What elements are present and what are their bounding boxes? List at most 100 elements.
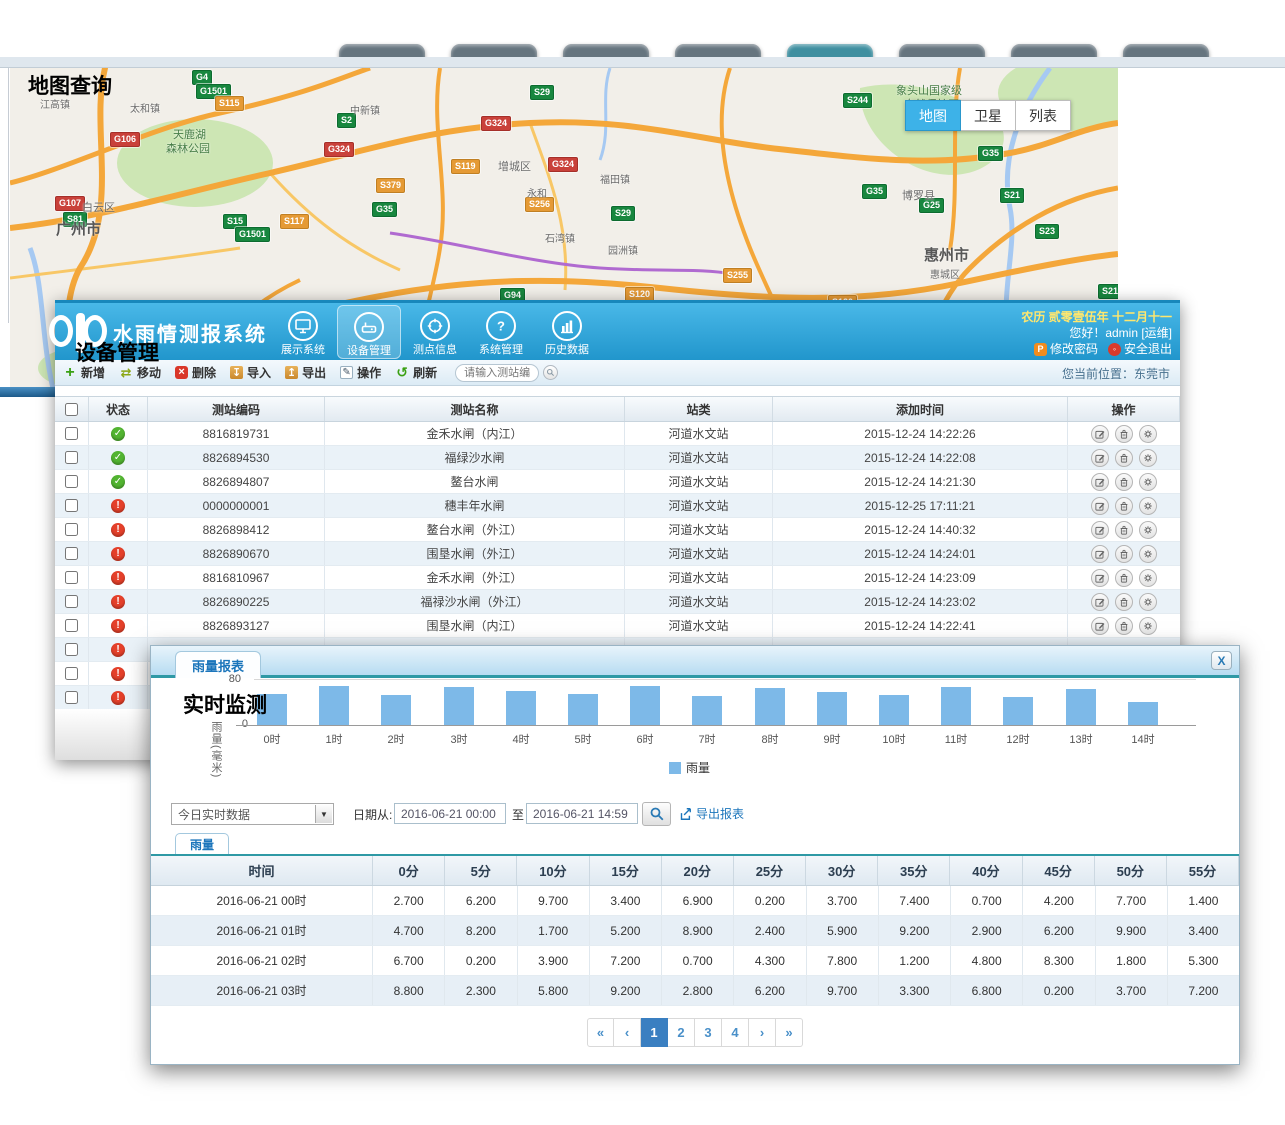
gear-icon[interactable] <box>1139 545 1157 563</box>
subtab-rain[interactable]: 雨量 <box>175 833 229 854</box>
row-checkbox[interactable] <box>65 523 78 536</box>
edit-icon[interactable] <box>1091 497 1109 515</box>
select-all-checkbox[interactable] <box>65 403 78 416</box>
page-nav-button[interactable]: ‹ <box>614 1018 641 1047</box>
gear-icon[interactable] <box>1139 617 1157 635</box>
trash-icon[interactable] <box>1115 497 1133 515</box>
edit-icon[interactable] <box>1091 425 1109 443</box>
nav-item-展示系统[interactable]: 展示系统 <box>271 305 335 359</box>
row-checkbox[interactable] <box>65 499 78 512</box>
pagination: «‹1234›» <box>151 1018 1239 1047</box>
nav-item-测点信息[interactable]: 测点信息 <box>403 305 467 359</box>
road-shield: G35 <box>978 146 1003 161</box>
row-checkbox[interactable] <box>65 427 78 440</box>
gear-icon[interactable] <box>1139 473 1157 491</box>
trash-icon[interactable] <box>1115 449 1133 467</box>
chart-icon <box>552 311 582 341</box>
status-error-icon: ! <box>111 523 125 537</box>
rain-value-cell: 3.900 <box>518 946 590 975</box>
page-button-3[interactable]: 3 <box>695 1018 722 1047</box>
row-checkbox[interactable] <box>65 667 78 680</box>
row-checkbox-cell <box>55 518 89 541</box>
map-view-button-inactive[interactable]: 卫星 <box>961 100 1016 131</box>
station-search-input[interactable] <box>455 364 539 382</box>
rain-value-cell: 9.700 <box>807 976 879 1005</box>
tab-rain-report[interactable]: 雨量报表 <box>175 651 261 678</box>
toolbar-button-删除[interactable]: ×删除 <box>175 364 216 381</box>
row-checkbox[interactable] <box>65 571 78 584</box>
nav-item-历史数据[interactable]: 历史数据 <box>535 305 599 359</box>
page-button-4[interactable]: 4 <box>722 1018 749 1047</box>
y-axis-label: 雨量(毫米) <box>208 721 224 778</box>
toolbar-button-刷新[interactable]: ↺刷新 <box>395 364 437 381</box>
trash-icon[interactable] <box>1115 593 1133 611</box>
date-to-input[interactable] <box>526 803 638 824</box>
page-nav-button[interactable]: › <box>749 1018 776 1047</box>
page-button-1[interactable]: 1 <box>641 1018 668 1047</box>
search-button[interactable] <box>642 802 671 826</box>
device-icon <box>354 312 384 342</box>
logout-icon: ◦ <box>1108 343 1121 356</box>
edit-icon[interactable] <box>1091 521 1109 539</box>
rain-value-cell: 8.200 <box>445 916 517 945</box>
page-button-2[interactable]: 2 <box>668 1018 695 1047</box>
toolbar-button-导出[interactable]: ↥导出 <box>285 364 326 381</box>
row-checkbox[interactable] <box>65 619 78 632</box>
row-checkbox[interactable] <box>65 475 78 488</box>
trash-icon[interactable] <box>1115 545 1133 563</box>
station-type-cell: 河道水文站 <box>625 446 773 469</box>
trash-icon[interactable] <box>1115 425 1133 443</box>
date-from-input[interactable] <box>394 803 506 824</box>
map-place-label: 中新镇 <box>350 102 380 117</box>
toolbar-button-导入[interactable]: ↧导入 <box>230 364 271 381</box>
edit-icon[interactable] <box>1091 449 1109 467</box>
chart-bar <box>692 696 722 725</box>
gear-icon[interactable] <box>1139 521 1157 539</box>
search-icon[interactable] <box>543 365 558 380</box>
edit-icon[interactable] <box>1091 473 1109 491</box>
map-view-button-inactive[interactable]: 列表 <box>1016 100 1071 131</box>
x-axis-tick-label: 9时 <box>812 731 852 747</box>
trash-icon[interactable] <box>1115 521 1133 539</box>
row-checkbox[interactable] <box>65 643 78 656</box>
edit-icon[interactable] <box>1091 545 1109 563</box>
gear-icon[interactable] <box>1139 569 1157 587</box>
row-checkbox[interactable] <box>65 595 78 608</box>
app-header: 水雨情测报系统 展示系统设备管理测点信息?系统管理历史数据 农历 贰零壹伍年 十… <box>55 300 1180 360</box>
export-report-link[interactable]: 导出报表 <box>678 805 744 822</box>
trash-icon[interactable] <box>1115 473 1133 491</box>
change-password-link[interactable]: P 修改密码 <box>1034 341 1098 357</box>
row-checkbox-cell <box>55 446 89 469</box>
nav-item-系统管理[interactable]: ?系统管理 <box>469 305 533 359</box>
trash-icon[interactable] <box>1115 569 1133 587</box>
row-checkbox[interactable] <box>65 547 78 560</box>
close-button[interactable]: X <box>1211 651 1232 670</box>
filter-bar: 今日实时数据 ▼ 日期从: 至 导出报表 <box>151 802 1239 830</box>
page-nav-button[interactable]: » <box>776 1018 803 1047</box>
chart-bar <box>879 695 909 725</box>
station-code-cell: 8826890670 <box>148 542 325 565</box>
row-checkbox-cell <box>55 422 89 445</box>
nav-item-设备管理[interactable]: 设备管理 <box>337 305 401 359</box>
gear-icon[interactable] <box>1139 425 1157 443</box>
toolbar-button-操作[interactable]: ✎操作 <box>340 364 381 381</box>
row-checkbox[interactable] <box>65 451 78 464</box>
status-error-icon: ! <box>111 619 125 633</box>
trash-icon[interactable] <box>1115 617 1133 635</box>
row-checkbox[interactable] <box>65 691 78 704</box>
edit-icon[interactable] <box>1091 593 1109 611</box>
gear-icon[interactable] <box>1139 497 1157 515</box>
rain-value-cell: 4.300 <box>734 946 806 975</box>
logout-link[interactable]: ◦ 安全退出 <box>1108 341 1172 357</box>
page-nav-button[interactable]: « <box>587 1018 614 1047</box>
x-axis-tick-label: 14时 <box>1123 731 1163 747</box>
gear-icon[interactable] <box>1139 449 1157 467</box>
edit-icon[interactable] <box>1091 569 1109 587</box>
rain-value-cell: 2.800 <box>662 976 734 1005</box>
station-type-cell: 河道水文站 <box>625 590 773 613</box>
gear-icon[interactable] <box>1139 593 1157 611</box>
chevron-down-icon[interactable]: ▼ <box>315 805 332 823</box>
map-view-button-active[interactable]: 地图 <box>905 100 961 131</box>
edit-icon[interactable] <box>1091 617 1109 635</box>
data-range-select[interactable]: 今日实时数据 ▼ <box>171 803 334 825</box>
